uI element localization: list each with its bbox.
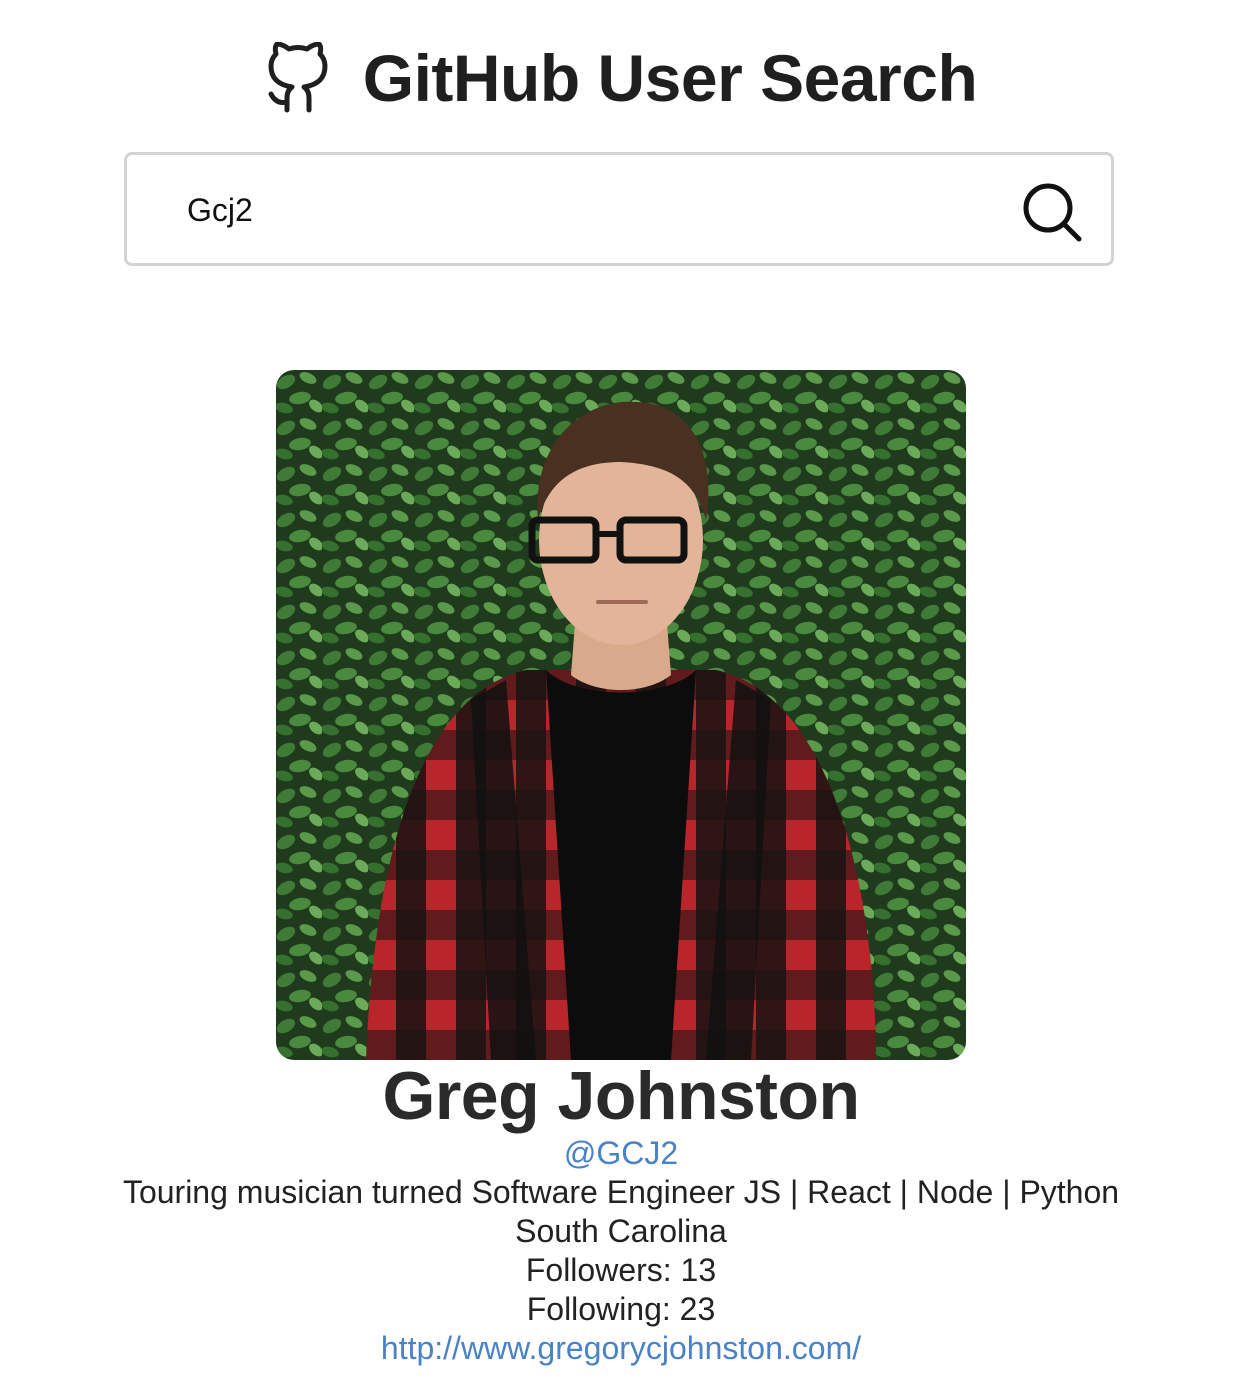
profile-card: Greg Johnston @GCJ2 Touring musician tur… [0,1058,1242,1368]
app-header: GitHub User Search [0,28,1242,128]
github-icon [268,42,328,113]
profile-handle-link[interactable]: @GCJ2 [564,1135,678,1171]
profile-following: Following: 23 [526,1291,716,1327]
search-button[interactable] [1021,181,1083,243]
profile-photo [276,370,966,1060]
avatar [276,370,966,1060]
search-bar [124,152,1114,266]
search-input[interactable] [187,185,987,235]
profile-website-link[interactable]: http://www.gregorycjohnston.com/ [381,1330,861,1366]
profile-location: South Carolina [515,1213,727,1249]
profile-bio: Touring musician turned Software Enginee… [122,1174,1120,1210]
page-title: GitHub User Search [362,41,978,115]
search-icon [1023,183,1082,242]
profile-followers: Followers: 13 [525,1252,717,1288]
profile-name: Greg Johnston [382,1058,860,1134]
